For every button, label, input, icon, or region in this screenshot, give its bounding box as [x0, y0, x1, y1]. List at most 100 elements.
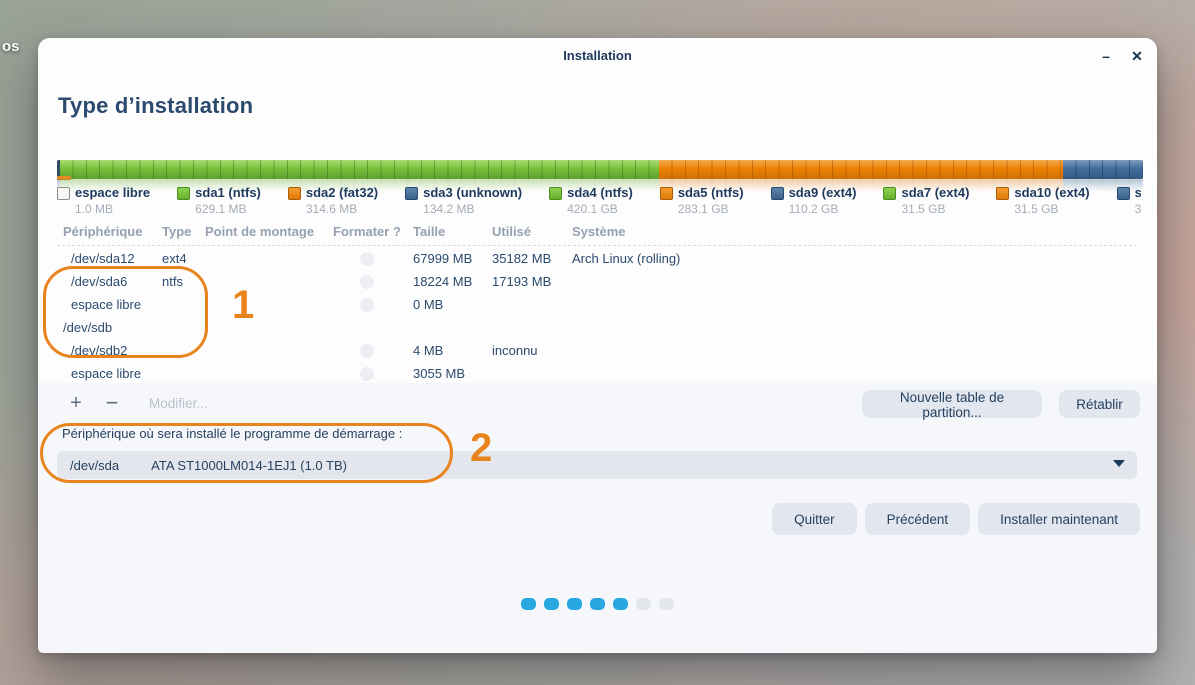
progress-dot-pending	[659, 598, 674, 610]
legend-partition-size: 31.5 GB	[901, 202, 969, 217]
legend-partition-label: sda8 (ext4)	[1135, 184, 1141, 202]
table-row[interactable]: /dev/sdb2 4 MB inconnu	[57, 339, 1137, 362]
cell-size: 18224 MB	[413, 274, 492, 289]
column-header[interactable]: Formater ?	[333, 224, 413, 244]
cell-type: ntfs	[162, 274, 205, 289]
cell-device: /dev/sdb2	[63, 343, 162, 358]
progress-step-indicator	[38, 598, 1157, 610]
table-header-separator	[57, 245, 1137, 246]
bootloader-label: Périphérique où sera installé le program…	[62, 426, 402, 441]
footer-button-bar: Quitter Précédent Installer maintenant	[772, 503, 1140, 535]
cell-used: inconnu	[492, 343, 572, 358]
column-header[interactable]: Utilisé	[492, 224, 572, 244]
quit-button[interactable]: Quitter	[772, 503, 857, 535]
partition-segment-sda4-ntfs	[60, 160, 658, 179]
partition-color-swatch	[996, 187, 1009, 200]
remove-partition-button[interactable]: −	[102, 390, 122, 418]
legend-item: sda5 (ntfs) 283.1 GB	[660, 184, 744, 220]
bootloader-device-model: ATA ST1000LM014-1EJ1 (1.0 TB)	[151, 458, 347, 473]
new-partition-table-button[interactable]: Nouvelle table de partition...	[862, 390, 1042, 418]
close-button[interactable]: ✕	[1126, 46, 1148, 66]
cell-device: espace libre	[63, 366, 162, 381]
cell-device: espace libre	[63, 297, 162, 312]
partition-color-swatch	[660, 187, 673, 200]
cell-type: ext4	[162, 251, 205, 266]
partition-color-swatch	[1117, 187, 1130, 200]
desktop-icon-label[interactable]: os	[2, 38, 20, 55]
column-header[interactable]: Point de montage	[205, 224, 333, 244]
progress-dot-done	[521, 598, 536, 610]
legend-item: sda2 (fat32) 314.6 MB	[288, 184, 378, 220]
legend-partition-label: sda9 (ext4)	[789, 184, 857, 202]
partition-legend: espace libre 1.0 MB sda1 (ntfs) 629.1 MB…	[57, 184, 1141, 220]
legend-item: sda8 (ext4) 36.5 GB	[1117, 184, 1141, 220]
cell-format	[333, 297, 413, 313]
cell-system: Arch Linux (rolling)	[572, 251, 1137, 266]
table-header-row: PériphériqueTypePoint de montageFormater…	[57, 224, 1137, 244]
legend-item: sda9 (ext4) 110.2 GB	[771, 184, 857, 220]
column-header[interactable]: Système	[572, 224, 1137, 244]
cell-size: 67999 MB	[413, 251, 492, 266]
cell-device: /dev/sda6	[63, 274, 162, 289]
cell-format	[333, 251, 413, 267]
table-row[interactable]: /dev/sda12 ext4 67999 MB 35182 MB Arch L…	[57, 247, 1137, 270]
partition-color-swatch	[57, 187, 70, 200]
legend-partition-size: 314.6 MB	[306, 202, 378, 217]
cell-size: 0 MB	[413, 297, 492, 312]
legend-partition-label: sda4 (ntfs)	[567, 184, 633, 202]
legend-partition-size: 1.0 MB	[75, 202, 150, 217]
cell-used: 17193 MB	[492, 274, 572, 289]
revert-button[interactable]: Rétablir	[1059, 390, 1140, 418]
format-checkbox[interactable]	[360, 252, 374, 266]
format-checkbox[interactable]	[360, 275, 374, 289]
cell-format	[333, 366, 413, 382]
back-button[interactable]: Précédent	[865, 503, 971, 535]
cell-format	[333, 274, 413, 290]
format-checkbox[interactable]	[360, 298, 374, 312]
partition-color-swatch	[177, 187, 190, 200]
cell-size: 3055 MB	[413, 366, 492, 381]
legend-partition-size: 110.2 GB	[789, 202, 857, 217]
partition-color-swatch	[288, 187, 301, 200]
table-row[interactable]: espace libre 0 MB	[57, 293, 1137, 316]
minimize-button[interactable]: –	[1095, 46, 1117, 66]
column-header[interactable]: Type	[162, 224, 205, 244]
legend-partition-size: 36.5 GB	[1135, 202, 1141, 217]
legend-item: sda3 (unknown) 134.2 MB	[405, 184, 522, 220]
page-title: Type d’installation	[58, 93, 253, 119]
format-checkbox[interactable]	[360, 367, 374, 381]
modify-partition-button[interactable]: Modifier...	[149, 390, 208, 418]
partition-color-swatch	[883, 187, 896, 200]
install-now-button[interactable]: Installer maintenant	[978, 503, 1140, 535]
progress-dot-done	[544, 598, 559, 610]
partition-color-swatch	[771, 187, 784, 200]
titlebar[interactable]: Installation – ✕	[38, 38, 1157, 74]
chevron-down-icon	[1113, 460, 1125, 467]
legend-item: espace libre 1.0 MB	[57, 184, 150, 220]
cell-size: 4 MB	[413, 343, 492, 358]
partition-color-swatch	[549, 187, 562, 200]
tiny-partition-marker	[57, 176, 71, 180]
bootloader-device-dropdown[interactable]: /dev/sda ATA ST1000LM014-1EJ1 (1.0 TB)	[57, 451, 1137, 479]
table-row[interactable]: espace libre 3055 MB	[57, 362, 1137, 385]
add-partition-button[interactable]: +	[66, 390, 86, 418]
table-row[interactable]: /dev/sdb	[57, 316, 1137, 339]
bootloader-device: /dev/sda	[70, 458, 119, 473]
table-row[interactable]: /dev/sda6 ntfs 18224 MB 17193 MB	[57, 270, 1137, 293]
legend-partition-size: 420.1 GB	[567, 202, 633, 217]
legend-item: sda1 (ntfs) 629.1 MB	[177, 184, 261, 220]
partition-segment-sda8-group	[1063, 160, 1143, 179]
legend-partition-label: sda2 (fat32)	[306, 184, 378, 202]
legend-partition-label: espace libre	[75, 184, 150, 202]
cell-used: 35182 MB	[492, 251, 572, 266]
legend-partition-size: 283.1 GB	[678, 202, 744, 217]
legend-partition-label: sda7 (ext4)	[901, 184, 969, 202]
cell-format	[333, 343, 413, 359]
column-header[interactable]: Périphérique	[63, 224, 162, 244]
legend-partition-size: 31.5 GB	[1014, 202, 1089, 217]
cell-device: /dev/sdb	[63, 320, 162, 335]
progress-dot-done	[567, 598, 582, 610]
column-header[interactable]: Taille	[413, 224, 492, 244]
progress-dot-pending	[636, 598, 651, 610]
format-checkbox[interactable]	[360, 344, 374, 358]
